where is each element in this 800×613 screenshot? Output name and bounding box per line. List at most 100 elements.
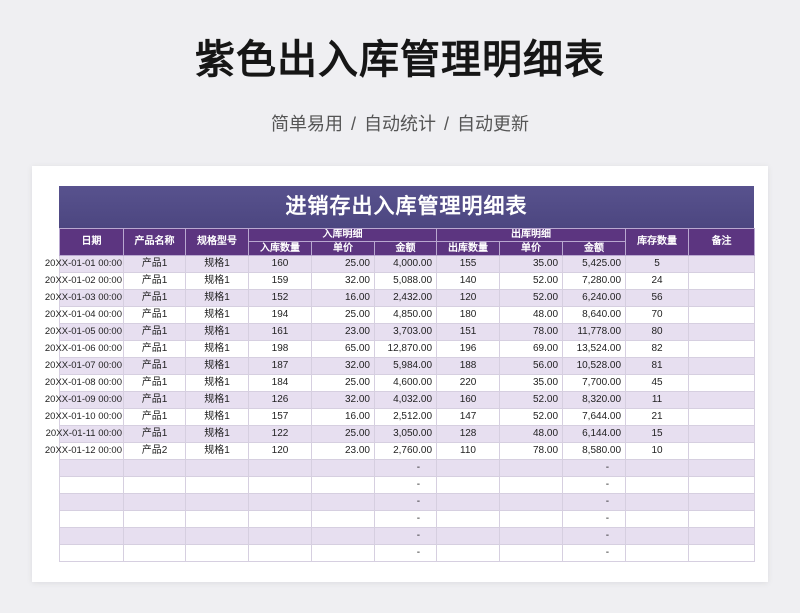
remark-cell: [688, 408, 756, 426]
remark-cell: [688, 510, 756, 528]
out-price-cell: [499, 459, 564, 477]
table-row: 20XX-01-04 00:00 产品1 规格1 194 25.00 4,850.00 18…: [45, 306, 756, 324]
out-amount-cell: 7,700.00: [562, 374, 627, 392]
out-amount-cell: 7,644.00: [562, 408, 627, 426]
date-cell: 20XX-01-11 00:00: [46, 425, 124, 443]
blank-row: --: [59, 510, 756, 528]
in-qty-cell: 120: [248, 442, 312, 460]
product-cell: 产品1: [123, 255, 186, 273]
date-cell: [59, 493, 124, 511]
header-in-price: 单价: [311, 241, 375, 256]
remark-cell: [688, 425, 756, 443]
table-row: 20XX-01-12 00:00 产品2 规格1 120 23.00 2,760.00 11…: [45, 442, 756, 460]
date-cell: 20XX-01-12 00:00: [45, 442, 124, 460]
in-qty-cell: [248, 459, 312, 477]
in-amount-cell: -: [373, 493, 438, 511]
out-amount-cell: 13,524.00: [562, 340, 627, 358]
date-cell: 20XX-01-10 00:00: [45, 408, 124, 426]
product-cell: 产品1: [123, 289, 186, 307]
out-price-cell: [499, 510, 564, 528]
stock-cell: 81: [625, 357, 690, 375]
product-cell: [123, 510, 186, 528]
in-price-cell: [311, 459, 375, 477]
table-row: 20XX-01-09 00:00 产品1 规格1 126 32.00 4,032.00 16…: [45, 391, 756, 409]
spec-cell: [185, 544, 249, 562]
page-title: 紫色出入库管理明细表: [195, 38, 605, 82]
spec-cell: 规格1: [185, 340, 249, 358]
in-amount-cell: 5,088.00: [373, 272, 438, 290]
in-amount-cell: 4,000.00: [373, 255, 438, 273]
header-remark: 备注: [688, 228, 756, 256]
stock-cell: [625, 476, 690, 494]
stock-cell: 80: [625, 323, 690, 341]
out-price-cell: [499, 493, 564, 511]
out-price-cell: 48.00: [499, 425, 564, 443]
in-qty-cell: 152: [248, 289, 312, 307]
stock-cell: 45: [625, 374, 690, 392]
spec-cell: 规格1: [185, 425, 249, 443]
product-cell: 产品1: [123, 374, 186, 392]
table-row: 20XX-01-07 00:00 产品1 规格1 187 32.00 5,984.00 18…: [45, 357, 756, 375]
sheet-card: 进销存出入库管理明细表 日期 产品名称 规格型号 入库明细 出库明细 库存数量: [32, 166, 768, 582]
out-amount-cell: 6,144.00: [562, 425, 627, 443]
date-text: 20XX-01-12 00:00: [44, 445, 122, 456]
spec-cell: 规格1: [185, 289, 249, 307]
out-amount-cell: 7,280.00: [562, 272, 627, 290]
out-price-cell: [499, 476, 564, 494]
table-row: 20XX-01-02 00:00 产品1 规格1 159 32.00 5,088.00 14…: [45, 272, 756, 290]
table-row: 20XX-01-01 00:00 产品1 规格1 160 25.00 4,000.00 15…: [45, 255, 756, 273]
spec-cell: 规格1: [185, 323, 249, 341]
in-price-cell: 23.00: [311, 442, 375, 460]
out-qty-cell: 147: [436, 408, 501, 426]
date-text: 20XX-01-01 00:00: [44, 258, 122, 269]
in-qty-cell: [248, 527, 312, 545]
date-cell: 20XX-01-01 00:00: [45, 255, 124, 273]
out-qty-cell: 160: [436, 391, 501, 409]
in-price-cell: 25.00: [311, 374, 375, 392]
out-amount-cell: -: [562, 527, 627, 545]
header-out-qty: 出库数量: [436, 241, 501, 256]
remark-cell: [688, 255, 756, 273]
in-amount-cell: -: [373, 476, 438, 494]
remark-cell: [688, 476, 756, 494]
product-cell: 产品1: [123, 357, 186, 375]
out-qty-cell: 110: [436, 442, 501, 460]
in-price-cell: 65.00: [311, 340, 375, 358]
out-qty-cell: 196: [436, 340, 501, 358]
out-amount-cell: -: [562, 544, 627, 562]
in-amount-cell: -: [373, 544, 438, 562]
date-cell: 20XX-01-09 00:00: [45, 391, 124, 409]
product-cell: 产品1: [123, 340, 186, 358]
out-amount-cell: 8,580.00: [562, 442, 627, 460]
out-price-cell: [499, 527, 564, 545]
in-amount-cell: -: [373, 527, 438, 545]
header-in-qty: 入库数量: [248, 241, 312, 256]
remark-cell: [688, 493, 756, 511]
in-qty-cell: 187: [248, 357, 312, 375]
header-product: 产品名称: [123, 228, 186, 256]
header-spec: 规格型号: [185, 228, 249, 256]
header-in-amount: 金额: [373, 241, 438, 256]
sheet-banner-title: 进销存出入库管理明细表: [59, 186, 754, 228]
inventory-sheet: 进销存出入库管理明细表 日期 产品名称 规格型号 入库明细 出库明细 库存数量: [45, 186, 756, 562]
out-price-cell: 78.00: [499, 442, 564, 460]
remark-cell: [688, 459, 756, 477]
product-cell: [123, 493, 186, 511]
stock-cell: 5: [625, 255, 690, 273]
out-price-cell: 48.00: [499, 306, 564, 324]
in-price-cell: 16.00: [311, 408, 375, 426]
date-text: 20XX-01-03 00:00: [44, 292, 122, 303]
spec-cell: [185, 510, 249, 528]
date-cell: 20XX-01-05 00:00: [45, 323, 124, 341]
table-row: 20XX-01-11 00:00 产品1 规格1 122 25.00 3,050.00 12…: [46, 425, 756, 443]
in-price-cell: 32.00: [311, 391, 375, 409]
spec-cell: 规格1: [185, 306, 249, 324]
in-qty-cell: [248, 493, 312, 511]
in-amount-cell: 3,703.00: [373, 323, 438, 341]
out-price-cell: 35.00: [499, 255, 564, 273]
out-qty-cell: [436, 527, 501, 545]
in-amount-cell: 4,032.00: [373, 391, 438, 409]
in-qty-cell: 161: [248, 323, 312, 341]
out-price-cell: 52.00: [499, 391, 564, 409]
in-price-cell: [311, 493, 375, 511]
